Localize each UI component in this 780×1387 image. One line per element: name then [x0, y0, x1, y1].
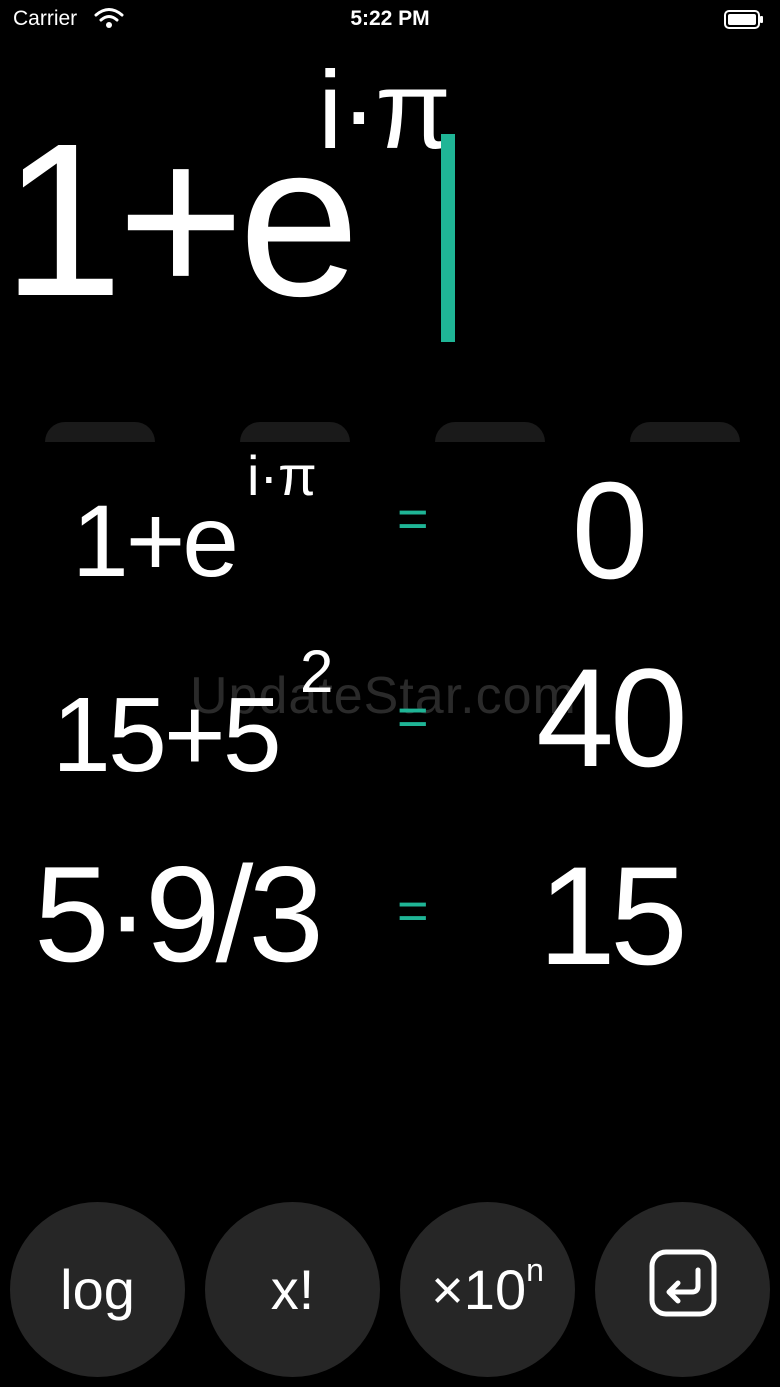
history-result: 15: [538, 837, 688, 994]
factorial-label: x!: [270, 1258, 315, 1321]
scientific-notation-button[interactable]: ×10n: [400, 1202, 575, 1377]
keypad-peek: [630, 422, 740, 442]
text-cursor: [441, 134, 455, 342]
scientific-notation-label: ×10n: [431, 1252, 544, 1321]
history-exponent: i·π: [247, 444, 317, 507]
keypad-peek: [435, 422, 545, 442]
log-button[interactable]: log: [10, 1202, 185, 1377]
history-row[interactable]: 5·9/3 = 15: [0, 830, 780, 1000]
history-expression: 5·9/3: [34, 838, 324, 990]
expression-base: 1+e: [2, 99, 360, 342]
equals-sign: =: [397, 881, 429, 941]
factorial-button[interactable]: x!: [205, 1202, 380, 1377]
history-expression: 15+5: [52, 676, 282, 794]
history-result: 0: [571, 454, 649, 608]
history-expression: 1+e: [72, 484, 239, 598]
history-result: 40: [536, 639, 688, 796]
log-label: log: [60, 1258, 135, 1321]
history-row[interactable]: 1+e i·π = 0: [0, 440, 780, 608]
keypad-peek: [45, 422, 155, 442]
equals-sign: =: [397, 489, 429, 549]
history-row[interactable]: 15+5 2 = 40: [0, 630, 780, 800]
expression-display[interactable]: 1+e i·π: [0, 0, 780, 420]
expression-exponent: i·π: [318, 49, 451, 172]
equals-sign: =: [397, 687, 429, 747]
keypad-peek: [240, 422, 350, 442]
enter-button[interactable]: [595, 1202, 770, 1377]
return-icon: [648, 1248, 718, 1331]
history-exponent: 2: [300, 638, 334, 705]
